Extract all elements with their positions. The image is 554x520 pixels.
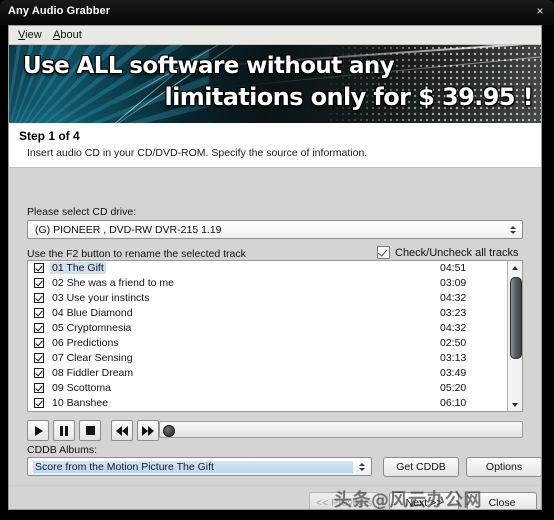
previous-track-button[interactable] (111, 420, 133, 441)
track-checkbox-icon[interactable] (34, 278, 44, 288)
seek-slider[interactable] (159, 421, 523, 438)
track-list-scrollbar[interactable] (507, 261, 522, 411)
step-description: Insert audio CD in your CD/DVD-ROM. Spec… (27, 147, 368, 159)
track-duration: 06:10 (440, 397, 467, 409)
chevron-up-icon (359, 462, 365, 466)
menu-item-about[interactable]: About (49, 29, 86, 41)
chevron-down-icon (510, 230, 516, 234)
track-checkbox-icon[interactable] (34, 398, 44, 408)
play-icon (35, 425, 43, 436)
track-row[interactable]: 08 Fiddler Dream 03:49 (28, 366, 522, 381)
cd-drive-label: Please select CD drive: (27, 206, 137, 218)
seek-slider-thumb[interactable] (163, 425, 175, 437)
track-checkbox-icon[interactable] (34, 368, 44, 378)
track-row[interactable]: 03 Use your instincts 04:32 (28, 291, 522, 306)
track-name: 09 Scottoma (52, 382, 111, 394)
track-row[interactable]: 04 Blue Diamond 03:23 (28, 306, 522, 321)
footer-button-bar: << Previous Next >> Close (9, 486, 541, 509)
menu-about-rest: bout (60, 29, 82, 41)
track-row[interactable]: 09 Scottoma 05:20 (28, 381, 522, 396)
track-name: 07 Clear Sensing (52, 352, 133, 364)
track-name: 08 Fiddler Dream (52, 367, 134, 379)
track-duration: 04:32 (440, 322, 467, 334)
track-row[interactable]: 10 Banshee 06:10 (28, 396, 522, 411)
cddb-album-value: Score from the Motion Picture The Gift (33, 461, 353, 473)
cddb-album-select[interactable]: Score from the Motion Picture The Gift (27, 457, 372, 476)
track-name: 04 Blue Diamond (52, 307, 133, 319)
application-window: Any Audio Grabber × View About Use ALL s… (0, 0, 554, 520)
next-button[interactable]: Next >> (389, 492, 459, 509)
step-title: Step 1 of 4 (19, 129, 80, 143)
cd-drive-value: (G) PIONEER , DVD-RW DVR-215 1.19 (35, 224, 222, 236)
pause-icon (60, 425, 68, 436)
cd-drive-select[interactable]: (G) PIONEER , DVD-RW DVR-215 1.19 (27, 220, 523, 239)
get-cddb-button[interactable]: Get CDDB (383, 457, 459, 477)
menu-item-view[interactable]: View (14, 29, 46, 41)
track-checkbox-icon[interactable] (34, 263, 44, 273)
cd-drive-spinner-icon[interactable] (506, 222, 520, 237)
previous-button[interactable]: << Previous (309, 492, 379, 509)
track-checkbox-icon[interactable] (34, 383, 44, 393)
close-button[interactable]: Close (467, 492, 537, 509)
track-row[interactable]: 05 Cryptomnesia 04:32 (28, 321, 522, 336)
track-name: 01 The Gift (50, 262, 106, 274)
track-duration: 02:50 (440, 337, 467, 349)
rename-track-hint: Use the F2 button to rename the selected… (27, 248, 246, 260)
checkbox-icon (377, 246, 390, 259)
track-row[interactable]: 07 Clear Sensing 03:13 (28, 351, 522, 366)
cddb-album-spinner-icon[interactable] (355, 459, 369, 474)
play-button[interactable] (27, 420, 49, 441)
track-row[interactable]: 02 She was a friend to me 03:09 (28, 276, 522, 291)
chevron-up-icon (510, 225, 516, 229)
chevron-down-icon (359, 467, 365, 471)
fast-forward-icon (142, 425, 154, 436)
close-icon[interactable]: × (532, 3, 548, 19)
track-checkbox-icon[interactable] (34, 338, 44, 348)
scroll-down-icon[interactable] (508, 398, 522, 411)
stop-icon (85, 426, 95, 435)
track-checkbox-icon[interactable] (34, 353, 44, 363)
stop-button[interactable] (79, 420, 101, 441)
check-all-tracks-label: Check/Uncheck all tracks (395, 246, 519, 259)
pause-button[interactable] (53, 420, 75, 441)
track-name: 03 Use your instincts (52, 292, 150, 304)
track-rows-container: 01 The Gift 04:51 02 She was a friend to m… (28, 261, 522, 411)
track-name: 10 Banshee (52, 397, 109, 409)
next-track-button[interactable] (137, 420, 159, 441)
track-duration: 04:51 (440, 262, 467, 274)
promo-banner[interactable]: Use ALL software without any limitations… (9, 45, 541, 123)
step-header: Step 1 of 4 Insert audio CD in your CD/D… (9, 123, 541, 168)
main-panel: Please select CD drive: (G) PIONEER , DV… (9, 168, 541, 509)
scrollbar-thumb[interactable] (510, 277, 522, 359)
check-all-tracks-checkbox[interactable]: Check/Uncheck all tracks (377, 246, 519, 259)
scroll-up-icon[interactable] (508, 261, 522, 274)
track-list[interactable]: 01 The Gift 04:51 02 She was a friend to m… (27, 260, 523, 412)
track-checkbox-icon[interactable] (34, 293, 44, 303)
track-row[interactable]: 06 Predictions 02:50 (28, 336, 522, 351)
track-duration: 03:49 (440, 367, 467, 379)
menu-bar: View About (9, 26, 541, 45)
banner-headline-line-2: limitations only for $ 39.95 ! (164, 83, 534, 111)
window-title: Any Audio Grabber (8, 5, 111, 17)
track-name: 02 She was a friend to me (52, 277, 174, 289)
track-checkbox-icon[interactable] (34, 323, 44, 333)
track-duration: 03:13 (440, 352, 467, 364)
track-duration: 05:20 (440, 382, 467, 394)
track-checkbox-icon[interactable] (34, 308, 44, 318)
track-row[interactable]: 01 The Gift 04:51 (28, 261, 522, 276)
banner-headline-line-1: Use ALL software without any (23, 53, 395, 79)
options-button[interactable]: Options (466, 457, 541, 477)
track-name: 05 Cryptomnesia (52, 322, 132, 334)
rewind-icon (116, 425, 128, 436)
track-duration: 03:23 (440, 307, 467, 319)
track-name: 06 Predictions (52, 337, 119, 349)
cddb-albums-label: CDDB Albums: (27, 444, 98, 456)
menu-view-rest: iew (25, 29, 42, 41)
track-duration: 04:32 (440, 292, 467, 304)
track-duration: 03:09 (440, 277, 467, 289)
title-bar: Any Audio Grabber × (0, 0, 554, 25)
client-area: View About Use ALL software without any … (8, 25, 542, 510)
